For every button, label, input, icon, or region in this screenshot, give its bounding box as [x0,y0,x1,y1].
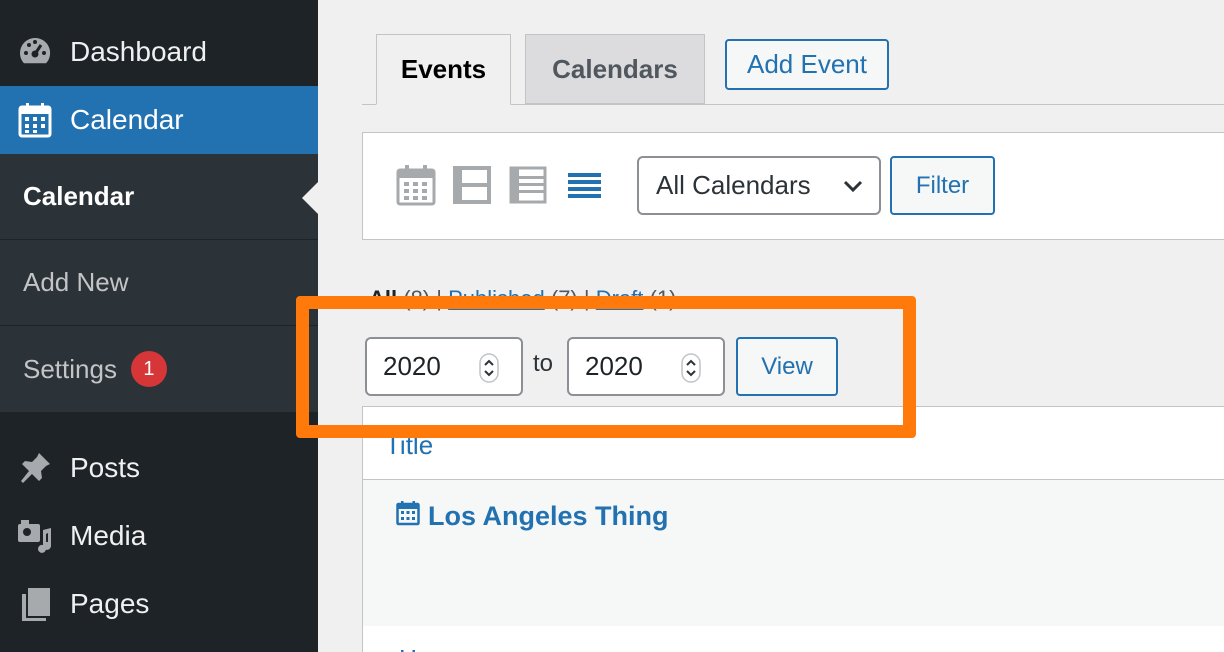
notification-badge: 1 [130,351,167,387]
week-view-icon[interactable] [452,164,492,206]
submenu-item-add-new[interactable]: Add New [0,240,318,326]
event-title: Los Angeles Thing [428,501,669,531]
event-title-link[interactable]: Los Angeles Thing [396,500,669,533]
calendar-icon [396,646,420,652]
submenu-label-settings: Settings [23,353,117,384]
menu-item-posts[interactable]: Posts [0,434,318,502]
tab-calendars[interactable]: Calendars [525,34,705,104]
menu-label-posts: Posts [70,452,141,483]
compact-list-icon[interactable] [564,164,604,206]
highlight-box [296,296,916,438]
submenu-item-calendar[interactable]: Calendar [0,154,318,240]
list-view-icon[interactable] [508,164,548,206]
submenu-item-settings[interactable]: Settings 1 [0,326,318,412]
menu-label-media: Media [70,520,147,551]
menu-item-dashboard[interactable]: Dashboard [0,18,318,86]
filter-button[interactable]: Filter [890,156,995,215]
active-menu-pointer [302,182,318,214]
calendar-icon [396,500,420,533]
menu-item-media[interactable]: Media [0,502,318,570]
month-view-icon[interactable] [396,164,436,206]
dashboard-icon [16,33,54,71]
menu-item-calendar[interactable]: Calendar [0,86,318,154]
calendar-select-value: All Calendars [656,170,811,200]
admin-sidebar: Dashboard Calendar Calendar Add New Sett… [0,0,318,652]
calendar-select[interactable]: All Calendars [637,156,881,215]
pages-icon [16,585,54,623]
add-event-button[interactable]: Add Event [725,39,889,90]
pin-icon [16,449,54,487]
menu-item-pages[interactable]: Pages [0,570,318,638]
menu-label-calendar: Calendar [70,104,184,135]
menu-label-pages: Pages [70,588,150,619]
menu-label-dashboard: Dashboard [70,36,207,67]
calendar-submenu: Calendar Add New Settings 1 [0,154,318,412]
chevron-down-icon [841,174,865,205]
calendar-icon [16,101,54,139]
media-icon [16,517,54,555]
tab-events[interactable]: Events [376,34,511,105]
